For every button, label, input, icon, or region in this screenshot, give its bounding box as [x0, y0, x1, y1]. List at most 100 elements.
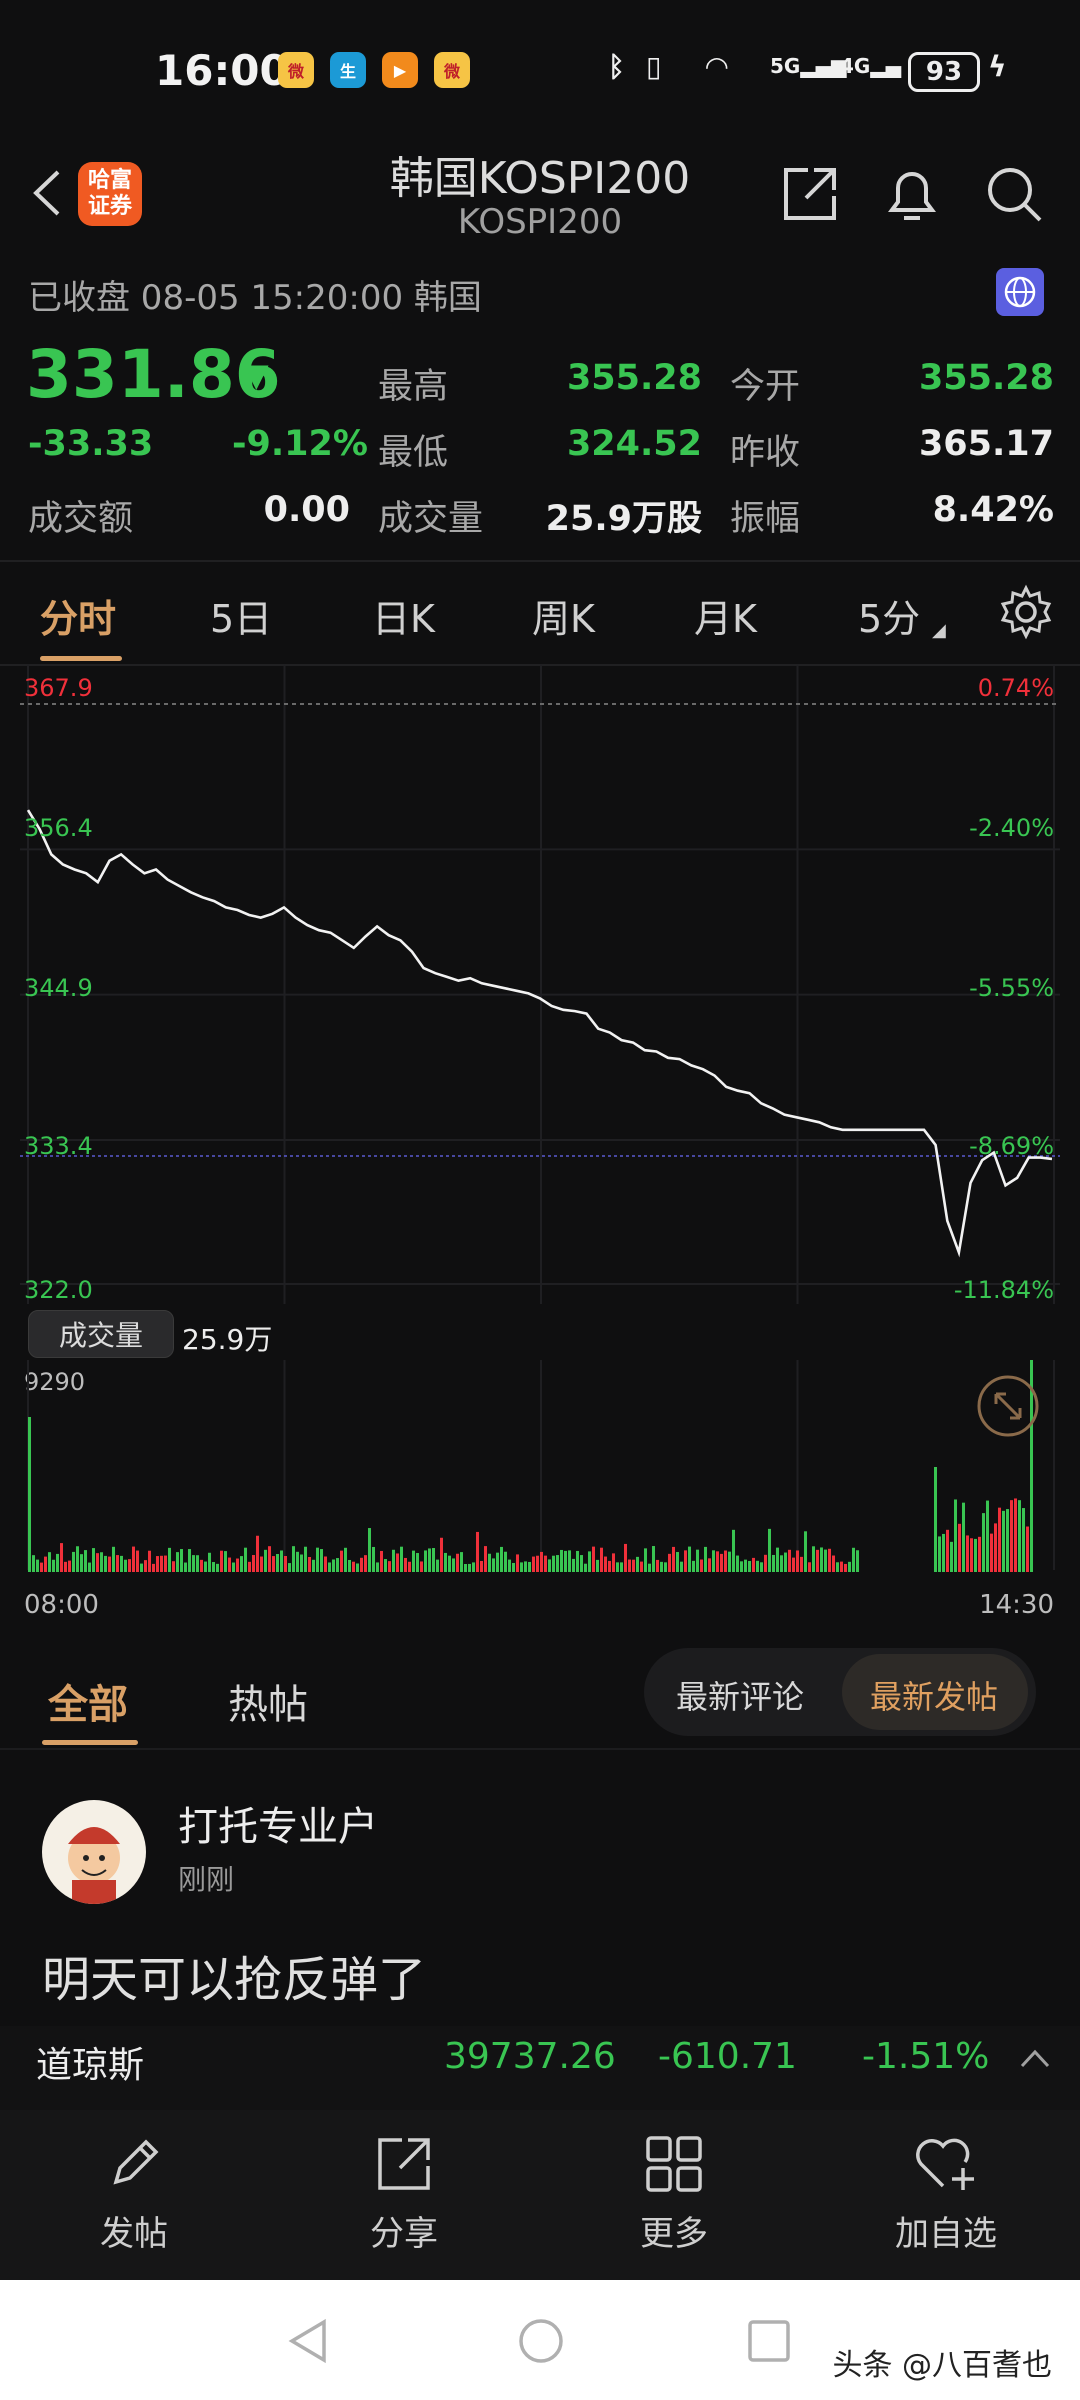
volume-bar	[504, 1551, 507, 1572]
volume-bar	[512, 1562, 515, 1572]
low-label: 最低	[378, 433, 449, 473]
tab-intraday[interactable]: 分时	[40, 588, 116, 643]
volume-bar	[44, 1556, 47, 1572]
avatar[interactable]	[42, 1800, 146, 1904]
volume-bar	[120, 1555, 123, 1572]
volume-bar	[740, 1561, 743, 1572]
volume-bar	[982, 1513, 985, 1572]
volume-bar	[308, 1556, 311, 1572]
alert-button[interactable]	[880, 162, 944, 226]
volume-bar	[172, 1561, 175, 1572]
chart-settings-button[interactable]	[998, 584, 1054, 644]
sort-latest-comment[interactable]: 最新评论	[676, 1672, 804, 1718]
post-username[interactable]: 打托专业户	[178, 1794, 378, 1852]
volume-bar	[576, 1550, 579, 1572]
volume-bar	[332, 1559, 335, 1572]
volume-bar	[540, 1551, 543, 1572]
volume-bar	[224, 1551, 227, 1572]
tab-5day[interactable]: 5日	[210, 588, 272, 643]
volume-bar	[112, 1546, 115, 1572]
volume-total: 25.9万	[182, 1323, 273, 1356]
volume-bar	[1010, 1500, 1013, 1572]
volume-bar	[568, 1550, 571, 1572]
volume-bar	[524, 1561, 527, 1572]
chevron-up-icon[interactable]	[1018, 2046, 1052, 2074]
volume-bar	[356, 1563, 359, 1572]
post-content[interactable]: 明天可以抢反弹了	[42, 1940, 426, 2010]
circle-home-icon	[519, 2319, 563, 2363]
share-button[interactable]	[778, 162, 842, 226]
weibo-icon: 微	[434, 52, 470, 88]
volume-bar	[464, 1563, 467, 1572]
volume-bar	[240, 1556, 243, 1572]
tab-weekly-k[interactable]: 周K	[532, 588, 595, 643]
volume-bar	[368, 1528, 371, 1572]
globe-button[interactable]	[996, 268, 1044, 316]
post-button[interactable]: 发帖	[44, 2132, 224, 2255]
search-button[interactable]	[982, 162, 1046, 226]
down-arrow-icon: ▼	[244, 356, 269, 394]
volume-bar	[732, 1529, 735, 1572]
volume-bar	[212, 1562, 215, 1572]
x-start-label: 08:00	[24, 1590, 99, 1620]
volume-bar	[136, 1550, 139, 1572]
volume-bar	[1018, 1500, 1021, 1572]
add-watchlist-button[interactable]: 加自选	[856, 2132, 1036, 2255]
expand-chart-button[interactable]	[976, 1374, 1040, 1442]
volume-bar	[440, 1537, 443, 1572]
price-chart[interactable]	[0, 664, 1080, 1314]
sort-latest-post[interactable]: 最新发帖	[870, 1672, 998, 1718]
volume-bar	[176, 1552, 179, 1572]
volume-bar	[188, 1549, 191, 1572]
volume-bar	[564, 1550, 567, 1572]
tab-5min[interactable]: 5分	[858, 588, 920, 643]
tab-daily-k[interactable]: 日K	[372, 588, 435, 643]
volume-bar	[816, 1549, 819, 1572]
volume-bar	[962, 1502, 965, 1572]
volume-bar	[832, 1555, 835, 1572]
volume-bar	[612, 1553, 615, 1572]
signal-5g-icon: 5G▂▄▆	[770, 54, 847, 78]
turnover-value: 0.00	[263, 490, 350, 530]
nav-home-button[interactable]	[516, 2316, 566, 2370]
volume-bar	[380, 1550, 383, 1572]
volume-bar	[616, 1562, 619, 1572]
volume-bar	[60, 1543, 63, 1572]
tab-all-posts[interactable]: 全部	[48, 1672, 128, 1730]
tab-monthly-k[interactable]: 月K	[694, 588, 757, 643]
volume-bar	[360, 1557, 363, 1572]
grid-icon	[646, 2136, 702, 2192]
tab-indicator	[40, 656, 122, 661]
volume-bar	[836, 1562, 839, 1572]
tab-hot-posts[interactable]: 热帖	[228, 1672, 308, 1730]
volume-bar	[636, 1556, 639, 1572]
volume-indicator-button[interactable]: 成交量	[28, 1310, 174, 1358]
y-tick-right: -8.69%	[969, 1132, 1054, 1160]
volume-bar	[596, 1559, 599, 1572]
volume-bar	[272, 1556, 275, 1572]
volume-bar	[192, 1555, 195, 1572]
high-label: 最高	[378, 367, 449, 407]
volume-bar	[100, 1552, 103, 1572]
volume-bar	[216, 1563, 219, 1572]
nav-back-button[interactable]	[284, 2316, 334, 2370]
square-recents-icon	[748, 2320, 790, 2362]
more-button[interactable]: 更多	[584, 2132, 764, 2255]
volume-bar	[856, 1550, 859, 1572]
volume-bar	[492, 1558, 495, 1572]
amplitude-value: 8.42%	[932, 490, 1054, 530]
volume-bar	[476, 1531, 479, 1572]
volume-bar	[628, 1559, 631, 1572]
share-toolbar-button[interactable]: 分享	[314, 2132, 494, 2255]
nav-recents-button[interactable]	[744, 2316, 794, 2370]
volume-bar	[300, 1554, 303, 1572]
low-value: 324.52	[566, 424, 702, 464]
volume-bar	[788, 1549, 791, 1572]
volume-bar	[184, 1562, 187, 1572]
gear-icon	[1000, 584, 1052, 640]
volume-bar	[168, 1547, 171, 1572]
volume-bar	[68, 1560, 71, 1572]
volume-bar	[220, 1550, 223, 1572]
volume-bar	[444, 1552, 447, 1572]
volume-bar	[72, 1551, 75, 1572]
